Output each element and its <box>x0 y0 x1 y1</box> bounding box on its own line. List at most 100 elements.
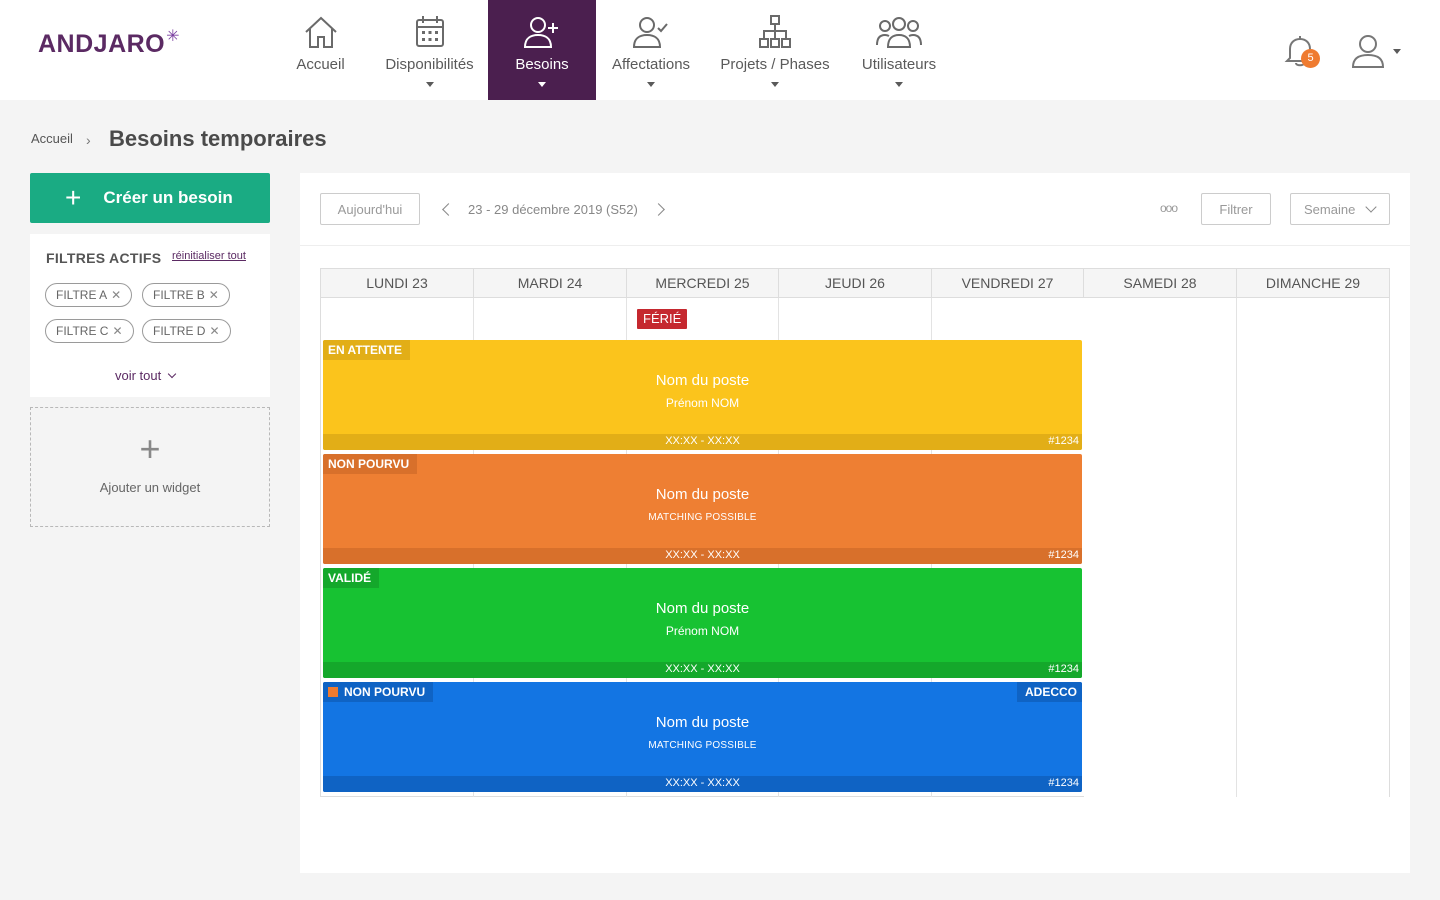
close-icon[interactable]: ✕ <box>111 288 121 302</box>
need-event-valide[interactable]: VALIDÉ Nom du poste Prénom NOM XX:XX - X… <box>323 568 1082 678</box>
nav-label: Besoins <box>515 56 569 73</box>
event-time: XX:XX - XX:XX <box>665 777 740 789</box>
filter-chip-b[interactable]: FILTRE B ✕ <box>142 283 230 307</box>
next-week-arrow-icon[interactable] <box>652 203 665 216</box>
view-select-value: Semaine <box>1304 201 1356 217</box>
chevron-down-icon <box>538 82 546 87</box>
day-header-wednesday: MERCREDI 25 <box>627 269 779 298</box>
users-icon <box>876 17 922 48</box>
nav-item-besoins[interactable]: Besoins <box>488 0 596 100</box>
chevron-down-icon <box>1365 201 1377 213</box>
calendar-icon <box>415 16 444 47</box>
filters-title: FILTRES ACTIFS <box>46 250 162 266</box>
user-check-icon <box>632 17 668 48</box>
filter-button[interactable]: Filtrer <box>1201 193 1271 225</box>
user-menu-chevron-icon[interactable] <box>1393 49 1401 54</box>
nav-item-utilisateurs[interactable]: Utilisateurs <box>844 0 954 100</box>
nav-label: Accueil <box>296 56 345 73</box>
chevron-down-icon <box>895 82 903 87</box>
logo-text: ANDJARO <box>38 30 166 58</box>
plus-icon: + <box>139 428 161 469</box>
chip-label: FILTRE B <box>153 288 205 302</box>
event-id: #1234 <box>1048 663 1079 675</box>
event-id: #1234 <box>1048 435 1079 447</box>
status-label: NON POURVU <box>344 685 426 699</box>
page-title: Besoins temporaires <box>109 126 327 151</box>
need-event-en-attente[interactable]: EN ATTENTE Nom du poste Prénom NOM XX:XX… <box>323 340 1082 450</box>
chevron-down-icon <box>168 369 177 379</box>
andjaro-logo[interactable]: ANDJARO ✳ <box>38 28 180 59</box>
see-all-label: voir tout <box>115 368 162 383</box>
logo-star-icon: ✳ <box>166 28 180 45</box>
event-title: Nom du poste <box>655 372 750 389</box>
main-nav: Accueil Disponibilités Besoins Affectati… <box>270 0 954 100</box>
event-title: Nom du poste <box>655 714 750 731</box>
hierarchy-icon <box>759 15 791 48</box>
status-badge: EN ATTENTE <box>323 340 410 360</box>
user-profile-icon[interactable] <box>1350 33 1386 69</box>
breadcrumb-home[interactable]: Accueil <box>31 131 73 146</box>
orange-square-icon <box>328 687 338 697</box>
close-icon[interactable]: ✕ <box>209 324 219 338</box>
holiday-badge: FÉRIÉ <box>637 309 688 329</box>
view-select[interactable]: Semaine <box>1290 193 1390 225</box>
event-time: XX:XX - XX:XX <box>665 663 740 675</box>
nav-label: Projets / Phases <box>720 56 830 73</box>
nav-label: Affectations <box>611 56 691 73</box>
nav-item-projets-phases[interactable]: Projets / Phases <box>706 0 844 100</box>
day-header-monday: LUNDI 23 <box>321 269 474 298</box>
event-footer: XX:XX - XX:XX #1234 <box>323 434 1082 450</box>
status-badge: NON POURVU <box>323 454 418 474</box>
event-id: #1234 <box>1048 777 1079 789</box>
see-all-filters-link[interactable]: voir tout <box>115 368 177 383</box>
day-header-tuesday: MARDI 24 <box>474 269 627 298</box>
event-subtitle: Prénom NOM <box>665 624 740 638</box>
notification-badge: 5 <box>1301 49 1320 68</box>
more-options-icon[interactable]: ooo <box>1160 201 1178 215</box>
today-button[interactable]: Aujourd'hui <box>320 193 420 225</box>
chevron-down-icon <box>647 82 655 87</box>
partner-badge: ADECCO <box>1016 682 1082 702</box>
chip-label: FILTRE A <box>56 288 108 302</box>
day-header-friday: VENDREDI 27 <box>932 269 1084 298</box>
event-subtitle: MATCHING POSSIBLE <box>648 512 757 523</box>
user-plus-icon <box>523 17 558 48</box>
nav-label: Utilisateurs <box>861 56 937 73</box>
reset-filters-link[interactable]: réinitialiser tout <box>172 250 246 262</box>
event-time: XX:XX - XX:XX <box>665 435 740 447</box>
add-widget-button[interactable]: + Ajouter un widget <box>30 407 270 527</box>
chevron-down-icon <box>771 82 779 87</box>
home-icon <box>304 16 337 48</box>
add-widget-label: Ajouter un widget <box>99 480 201 495</box>
toolbar-divider <box>300 245 1410 246</box>
previous-week-arrow-icon[interactable] <box>442 203 455 216</box>
event-subtitle: MATCHING POSSIBLE <box>648 740 757 751</box>
chevron-down-icon <box>425 82 434 87</box>
chip-label: FILTRE D <box>153 324 206 338</box>
breadcrumb-chevron-icon: › <box>86 132 91 148</box>
close-icon[interactable]: ✕ <box>112 324 122 338</box>
close-icon[interactable]: ✕ <box>209 288 219 302</box>
event-subtitle: Prénom NOM <box>665 396 740 410</box>
calendar-panel: Aujourd'hui 23 - 29 décembre 2019 (S52) … <box>300 173 1410 873</box>
event-footer: XX:XX - XX:XX #1234 <box>323 548 1082 564</box>
status-badge: VALIDÉ <box>323 568 380 588</box>
filter-chip-d[interactable]: FILTRE D ✕ <box>142 319 231 343</box>
day-header-saturday: SAMEDI 28 <box>1084 269 1237 298</box>
nav-item-accueil[interactable]: Accueil <box>270 0 371 100</box>
active-filters-panel: FILTRES ACTIFS réinitialiser tout FILTRE… <box>30 234 270 397</box>
nav-item-affectations[interactable]: Affectations <box>596 0 706 100</box>
create-need-button[interactable]: + Créer un besoin <box>30 173 270 223</box>
filter-chip-a[interactable]: FILTRE A ✕ <box>45 283 133 307</box>
need-event-non-pourvu-adecco[interactable]: NON POURVU ADECCO Nom du poste MATCHING … <box>323 682 1082 792</box>
status-badge: NON POURVU <box>323 682 434 702</box>
day-header-sunday: DIMANCHE 29 <box>1237 269 1389 298</box>
event-title: Nom du poste <box>655 600 750 617</box>
event-title: Nom du poste <box>655 486 750 503</box>
chip-label: FILTRE C <box>56 324 109 338</box>
filter-chip-c[interactable]: FILTRE C ✕ <box>45 319 134 343</box>
event-time: XX:XX - XX:XX <box>665 549 740 561</box>
nav-item-disponibilites[interactable]: Disponibilités <box>371 0 488 100</box>
top-navigation-bar: ANDJARO ✳ Accueil Disponibilités Besoins… <box>0 0 1440 100</box>
need-event-non-pourvu[interactable]: NON POURVU Nom du poste MATCHING POSSIBL… <box>323 454 1082 564</box>
